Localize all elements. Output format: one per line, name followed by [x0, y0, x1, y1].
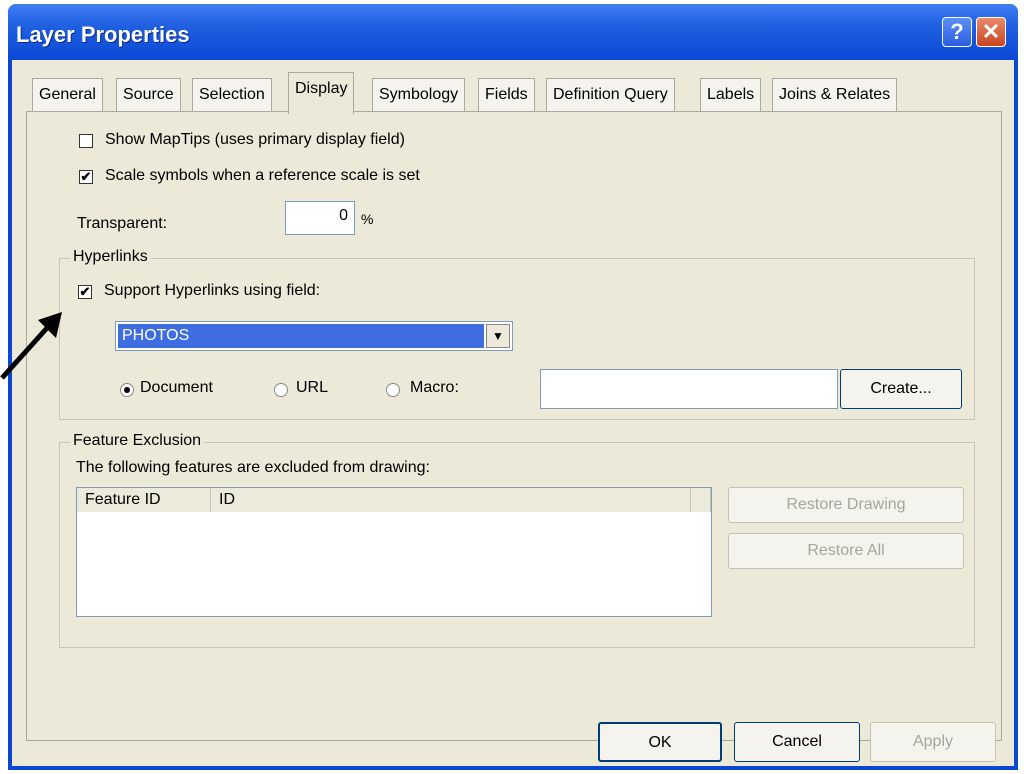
ok-button[interactable]: OK: [598, 722, 722, 762]
radio-selected-dot: [124, 387, 130, 393]
hyperlink-field-select[interactable]: PHOTOS ▼: [115, 321, 513, 351]
help-button[interactable]: ?: [942, 17, 972, 47]
scale-symbols-checkbox[interactable]: ✔: [79, 170, 93, 184]
tab-definition-query[interactable]: Definition Query: [546, 78, 675, 112]
tab-display[interactable]: Display: [288, 72, 355, 114]
column-header-feature-id[interactable]: Feature ID: [77, 488, 211, 512]
macro-radio-label[interactable]: Macro:: [410, 379, 459, 397]
feature-exclusion-description: The following features are excluded from…: [76, 459, 430, 476]
dialog-window: Layer Properties ? ✕ General Source Sele…: [8, 4, 1018, 770]
macro-radio[interactable]: [386, 383, 400, 397]
macro-input[interactable]: [540, 369, 838, 409]
show-maptips-checkbox[interactable]: [79, 134, 93, 148]
tab-source[interactable]: Source: [116, 78, 181, 112]
cancel-button[interactable]: Cancel: [734, 722, 860, 762]
transparent-value: 0: [339, 207, 348, 224]
dialog-client: General Source Selection Display Symbolo…: [12, 60, 1014, 766]
tab-fields[interactable]: Fields: [478, 78, 535, 112]
support-hyperlinks-checkbox[interactable]: ✔: [78, 285, 92, 299]
column-header-filler: [691, 488, 711, 512]
restore-drawing-button[interactable]: Restore Drawing: [728, 487, 964, 523]
show-maptips-label[interactable]: Show MapTips (uses primary display field…: [105, 131, 405, 149]
document-radio-label[interactable]: Document: [140, 379, 213, 397]
url-radio[interactable]: [274, 383, 288, 397]
feature-exclusion-group: Feature Exclusion The following features…: [59, 432, 975, 648]
scale-symbols-label[interactable]: Scale symbols when a reference scale is …: [105, 167, 420, 185]
tab-symbology[interactable]: Symbology: [372, 78, 466, 112]
dropdown-arrow-icon[interactable]: ▼: [486, 324, 510, 348]
window-title: Layer Properties: [16, 22, 190, 47]
close-button[interactable]: ✕: [976, 17, 1006, 47]
restore-all-button[interactable]: Restore All: [728, 533, 964, 569]
hyperlinks-group: Hyperlinks ✔ Support Hyperlinks using fi…: [59, 248, 975, 420]
support-hyperlinks-label[interactable]: Support Hyperlinks using field:: [104, 282, 320, 300]
column-header-id[interactable]: ID: [211, 488, 691, 512]
tab-labels[interactable]: Labels: [700, 78, 762, 112]
document-radio[interactable]: [120, 383, 134, 397]
hyperlink-field-value: PHOTOS: [118, 324, 484, 348]
title-bar: Layer Properties ? ✕: [8, 4, 1018, 60]
tab-general[interactable]: General: [32, 78, 103, 112]
transparent-input[interactable]: 0: [285, 201, 355, 235]
url-radio-label[interactable]: URL: [296, 379, 328, 397]
percent-label: %: [361, 211, 374, 227]
display-tab-page: Show MapTips (uses primary display field…: [26, 111, 1002, 741]
annotation-arrow: [0, 312, 62, 380]
hyperlinks-group-title: Hyperlinks: [70, 248, 151, 266]
apply-button[interactable]: Apply: [870, 722, 996, 762]
create-button[interactable]: Create...: [840, 369, 962, 409]
tab-joins-relates[interactable]: Joins & Relates: [772, 78, 898, 112]
transparent-label: Transparent:: [77, 215, 168, 232]
tab-selection[interactable]: Selection: [192, 78, 272, 112]
excluded-features-list[interactable]: Feature ID ID: [76, 487, 712, 617]
feature-exclusion-group-title: Feature Exclusion: [70, 432, 205, 450]
